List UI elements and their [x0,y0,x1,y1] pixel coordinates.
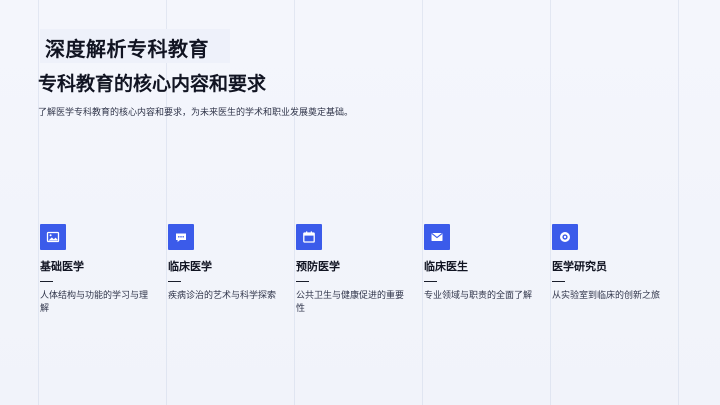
card-divider [424,281,437,282]
card-divider [168,281,181,282]
card-preventive-medicine: 预防医学 公共卫生与健康促进的重要性 [296,224,411,316]
card-clinical-doctor: 临床医生 专业领域与职责的全面了解 [424,224,539,303]
card-label: 基础医学 [40,260,84,273]
card-text: 专业领域与职责的全面了解 [424,291,533,301]
calendar-icon [296,224,322,250]
slide-subtitle: 专科教育的核心内容和要求 [38,73,267,95]
grid-line [678,0,679,405]
grid-line [294,0,295,405]
card-text: 人体结构与功能的学习与理解 [40,291,149,314]
card-medical-researcher: 医学研究员 从实验室到临床的创新之旅 [552,224,667,303]
grid-line [422,0,423,405]
card-text: 公共卫生与健康促进的重要性 [296,291,405,314]
slide-title: 深度解析专科教育 [45,37,209,61]
card-label: 预防医学 [296,260,340,273]
card-basic-medicine: 基础医学 人体结构与功能的学习与理解 [40,224,155,316]
card-divider [552,281,565,282]
card-label: 临床医学 [168,260,212,273]
card-divider [40,281,53,282]
chat-icon [168,224,194,250]
card-clinical-medicine: 临床医学 疾病诊治的艺术与科学探索 [168,224,283,303]
card-divider [296,281,309,282]
image-icon [40,224,66,250]
mail-icon [424,224,450,250]
slide-description: 了解医学专科教育的核心内容和要求，为未来医生的学术和职业发展奠定基础。 [38,108,354,118]
grid-line [550,0,551,405]
card-label: 医学研究员 [552,260,607,273]
card-text: 从实验室到临床的创新之旅 [552,291,661,301]
target-icon [552,224,578,250]
card-text: 疾病诊治的艺术与科学探索 [168,291,277,301]
slide: 深度解析专科教育 专科教育的核心内容和要求 了解医学专科教育的核心内容和要求，为… [0,0,720,405]
card-label: 临床医生 [424,260,468,273]
grid-line [38,0,39,405]
